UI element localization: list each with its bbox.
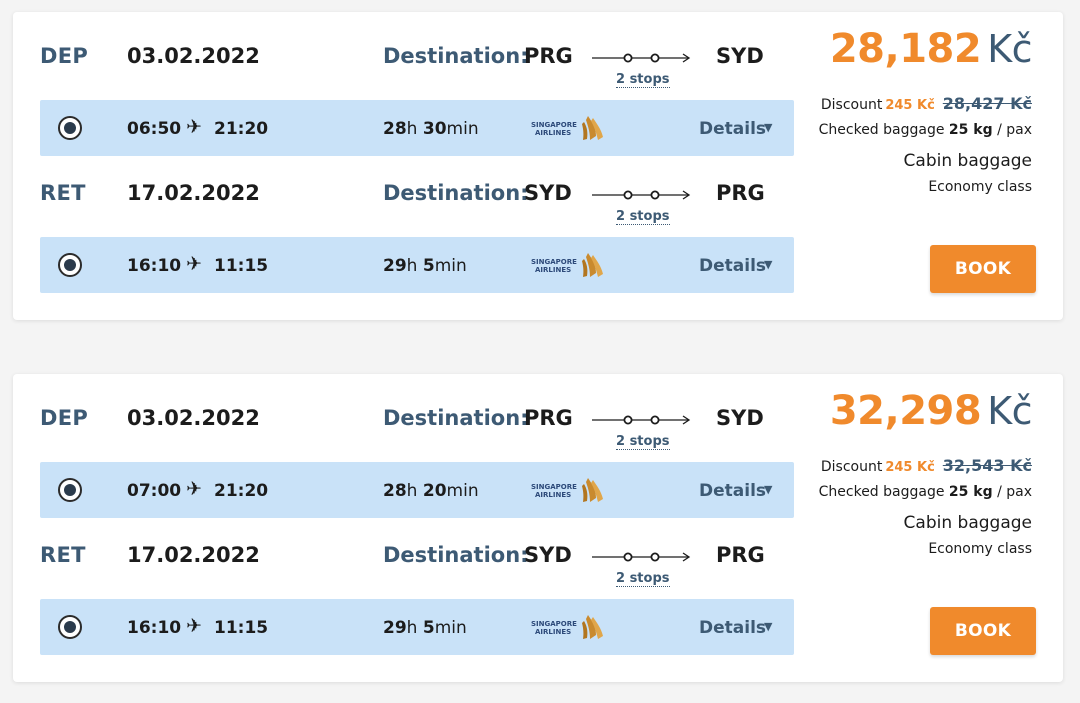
flight-duration: 28h 30min: [383, 119, 479, 139]
destination-airport-code: PRG: [716, 181, 765, 205]
discount-amount: 245 Kč: [885, 98, 935, 113]
flight-duration: 29h 5min: [383, 618, 467, 638]
flight-duration: 29h 5min: [383, 256, 467, 276]
leg-header-return: RET 17.02.2022 Destination: SYD PRG 2 st…: [13, 537, 803, 587]
caret-down-icon[interactable]: ▼: [764, 620, 772, 633]
discount-info: Discount 245 Kč 32,543 Kč: [820, 456, 1032, 475]
origin-airport-code: SYD: [524, 543, 572, 567]
departure-time: 16:10: [127, 618, 182, 638]
stops-link[interactable]: 2 stops: [616, 72, 670, 88]
discount-info: Discount 245 Kč 28,427 Kč: [820, 94, 1032, 113]
plane-icon: ✈: [186, 615, 202, 637]
singapore-airlines-logo: SINGAPORE AIRLINES: [531, 253, 603, 277]
destination-label: Destination:: [383, 543, 529, 567]
stops-link[interactable]: 2 stops: [616, 434, 670, 450]
stops-link[interactable]: 2 stops: [616, 571, 670, 587]
origin-airport-code: PRG: [524, 406, 573, 430]
checked-baggage-info: Checked baggage 25 kg / pax: [818, 122, 1032, 138]
details-button[interactable]: Details: [699, 119, 766, 139]
flight-option-row[interactable]: 07:00 ✈ 21:20 28h 20min SINGAPORE AIRLIN…: [40, 462, 794, 518]
origin-airport-code: SYD: [524, 181, 572, 205]
flight-offer-card: DEP 03.02.2022 Destination: PRG SYD 2 st…: [13, 12, 1063, 320]
destination-label: Destination:: [383, 181, 529, 205]
leg-header-departure: DEP 03.02.2022 Destination: PRG SYD 2 st…: [13, 38, 803, 88]
cabin-baggage-info: Cabin baggage: [903, 151, 1032, 171]
plane-icon: ✈: [186, 253, 202, 275]
svg-text:SINGAPORE: SINGAPORE: [531, 620, 577, 628]
departure-time: 06:50: [127, 119, 182, 139]
destination-airport-code: PRG: [716, 543, 765, 567]
route-stops-icon: [592, 190, 691, 200]
radio-selected-icon[interactable]: [58, 615, 82, 639]
svg-text:SINGAPORE: SINGAPORE: [531, 121, 577, 129]
caret-down-icon[interactable]: ▼: [764, 258, 772, 271]
leg-date: 17.02.2022: [127, 543, 260, 567]
route-stops-icon: [592, 552, 691, 562]
singapore-airlines-logo: SINGAPORE AIRLINES: [531, 478, 603, 502]
flight-option-row[interactable]: 16:10 ✈ 11:15 29h 5min SINGAPORE AIRLINE…: [40, 237, 794, 293]
plane-icon: ✈: [186, 116, 202, 138]
details-button[interactable]: Details: [699, 481, 766, 501]
radio-selected-icon[interactable]: [58, 253, 82, 277]
cabin-baggage-info: Cabin baggage: [903, 513, 1032, 533]
singapore-airlines-logo: SINGAPORE AIRLINES: [531, 615, 603, 639]
destination-airport-code: SYD: [716, 406, 764, 430]
book-button[interactable]: BOOK: [930, 607, 1036, 655]
destination-airport-code: SYD: [716, 44, 764, 68]
leg-code: RET: [40, 181, 86, 205]
leg-date: 17.02.2022: [127, 181, 260, 205]
travel-class: Economy class: [928, 541, 1032, 557]
arrival-time: 11:15: [214, 618, 269, 638]
radio-selected-icon[interactable]: [58, 116, 82, 140]
discount-amount: 245 Kč: [885, 460, 935, 475]
details-button[interactable]: Details: [699, 256, 766, 276]
svg-text:SINGAPORE: SINGAPORE: [531, 258, 577, 266]
leg-code: DEP: [40, 406, 89, 430]
total-price: 32,298 Kč: [829, 388, 1033, 434]
departure-time: 16:10: [127, 256, 182, 276]
leg-date: 03.02.2022: [127, 44, 260, 68]
book-button[interactable]: BOOK: [930, 245, 1036, 293]
details-button[interactable]: Details: [699, 618, 766, 638]
singapore-airlines-logo: SINGAPORE AIRLINES: [531, 116, 603, 140]
leg-code: RET: [40, 543, 86, 567]
departure-time: 07:00: [127, 481, 182, 501]
stops-link[interactable]: 2 stops: [616, 209, 670, 225]
svg-text:AIRLINES: AIRLINES: [535, 129, 571, 137]
arrival-time: 11:15: [214, 256, 269, 276]
radio-selected-icon[interactable]: [58, 478, 82, 502]
svg-text:AIRLINES: AIRLINES: [535, 266, 571, 274]
svg-text:AIRLINES: AIRLINES: [535, 491, 571, 499]
plane-icon: ✈: [186, 478, 202, 500]
arrival-time: 21:20: [214, 119, 269, 139]
leg-header-return: RET 17.02.2022 Destination: SYD PRG 2 st…: [13, 175, 803, 225]
flight-option-row[interactable]: 06:50 ✈ 21:20 28h 30min SINGAPORE AIRLIN…: [40, 100, 794, 156]
destination-label: Destination:: [383, 406, 529, 430]
svg-text:AIRLINES: AIRLINES: [535, 628, 571, 636]
leg-code: DEP: [40, 44, 89, 68]
caret-down-icon[interactable]: ▼: [764, 483, 772, 496]
flight-option-row[interactable]: 16:10 ✈ 11:15 29h 5min SINGAPORE AIRLINE…: [40, 599, 794, 655]
route-stops-icon: [592, 415, 691, 425]
flight-offer-card: DEP 03.02.2022 Destination: PRG SYD 2 st…: [13, 374, 1063, 682]
leg-header-departure: DEP 03.02.2022 Destination: PRG SYD 2 st…: [13, 400, 803, 450]
flight-duration: 28h 20min: [383, 481, 479, 501]
origin-airport-code: PRG: [524, 44, 573, 68]
caret-down-icon[interactable]: ▼: [764, 121, 772, 134]
old-price: 28,427 Kč: [942, 94, 1032, 113]
checked-baggage-info: Checked baggage 25 kg / pax: [818, 484, 1032, 500]
travel-class: Economy class: [928, 179, 1032, 195]
destination-label: Destination:: [383, 44, 529, 68]
svg-text:SINGAPORE: SINGAPORE: [531, 483, 577, 491]
old-price: 32,543 Kč: [942, 456, 1032, 475]
total-price: 28,182 Kč: [829, 26, 1033, 72]
leg-date: 03.02.2022: [127, 406, 260, 430]
arrival-time: 21:20: [214, 481, 269, 501]
route-stops-icon: [592, 53, 691, 63]
